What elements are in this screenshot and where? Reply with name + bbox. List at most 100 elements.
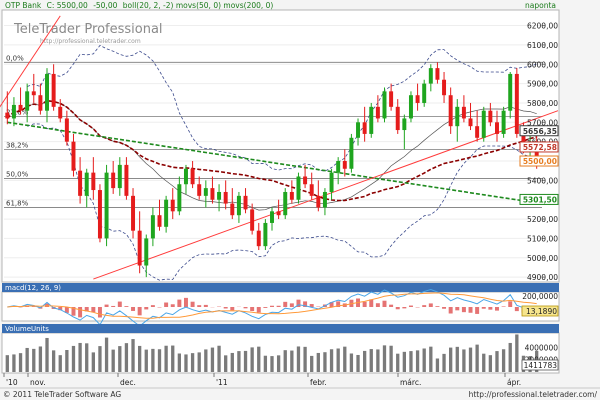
candle-body	[514, 73, 519, 134]
candle-body	[389, 91, 394, 107]
candle-body	[97, 190, 102, 239]
copyright: © 2011 TeleTrader Software AG	[3, 390, 121, 399]
candle-body	[177, 184, 182, 212]
candle-body	[501, 110, 506, 134]
candle-body	[442, 79, 447, 96]
fib-label: 61,8%	[6, 199, 29, 207]
x-tick-label: dec.	[120, 378, 136, 387]
candle	[104, 164, 109, 247]
candle-body	[217, 191, 222, 200]
price-badge-label: 5500,00	[523, 157, 557, 166]
candle-body	[31, 91, 36, 96]
x-tick-label: '10	[6, 378, 18, 387]
candle-body	[349, 137, 354, 169]
candle-body	[18, 104, 23, 111]
candle-body	[455, 106, 460, 127]
candle-body	[283, 191, 288, 216]
volume-value: 1411783	[524, 361, 558, 370]
candle-body	[270, 211, 274, 223]
candle-body	[150, 215, 155, 239]
candle-body	[369, 106, 374, 134]
x-tick-label: febr.	[310, 378, 327, 387]
macd-y-tick: 200,0000	[522, 292, 558, 301]
y-tick-label: 5400,00	[527, 176, 558, 185]
candle-body	[71, 141, 76, 171]
x-tick-label: nov.	[30, 378, 46, 387]
candle-body	[461, 106, 466, 119]
candle-body	[58, 106, 63, 119]
candle-body	[104, 172, 109, 239]
volume-title-bar	[2, 324, 559, 333]
candle-body	[342, 161, 347, 169]
candle-body	[25, 91, 30, 111]
candle-body	[51, 73, 56, 107]
candle-body	[422, 83, 427, 103]
y-tick-label: 6200,00	[527, 22, 558, 31]
price-badge-label: 5301,50	[523, 195, 557, 204]
price-panel[interactable]	[1, 9, 560, 283]
candle-body	[488, 110, 493, 123]
candle-body	[435, 68, 440, 80]
candle-body	[124, 164, 129, 196]
candle-body	[190, 168, 195, 185]
change-value: -50,00	[93, 1, 117, 10]
candle-body	[170, 199, 175, 212]
candle-body	[197, 184, 202, 196]
y-tick-label: 6100,00	[527, 41, 558, 50]
candle-body	[475, 126, 480, 138]
x-tick-label: ápr.	[507, 378, 521, 387]
candle-body	[276, 211, 281, 216]
candle-body	[144, 238, 149, 266]
candle-body	[131, 195, 136, 231]
y-tick-label: 5100,00	[527, 234, 558, 243]
y-tick-label: 5000,00	[527, 254, 558, 263]
candle-body	[210, 188, 215, 200]
candle-body	[289, 191, 294, 200]
candle-body	[157, 215, 162, 227]
candle	[481, 106, 486, 142]
candle-body	[5, 112, 10, 119]
candle-body	[296, 176, 301, 200]
candle-body	[481, 110, 486, 138]
candle-body	[64, 118, 69, 142]
candle	[283, 188, 288, 220]
candle-body	[415, 95, 420, 103]
candle-body	[395, 106, 400, 131]
candle	[97, 184, 102, 243]
close-label: C: 5500,00	[47, 1, 88, 10]
candle-body	[250, 209, 255, 231]
candle	[501, 106, 506, 138]
macd-title-bar	[2, 283, 559, 292]
candle-body	[336, 161, 341, 173]
chart-window: 0,0% 23,6% 38,2% 50,0% 61,8% TeleTrader Prof…	[0, 0, 600, 400]
candle	[369, 102, 374, 138]
macd-value: 13,1890	[526, 307, 557, 316]
candle-body	[356, 122, 361, 138]
candle-body	[11, 104, 16, 119]
candle-body	[263, 222, 268, 247]
candle-body	[329, 172, 334, 192]
candle-body	[236, 195, 241, 216]
candle-body	[256, 230, 261, 247]
candle-body	[402, 118, 407, 131]
candle	[349, 133, 354, 173]
indicators-text: boll(20, 2, -2) movs(50, 0) movs(200, 0)	[123, 1, 274, 10]
candle-body	[408, 95, 413, 119]
candle-body	[309, 184, 314, 196]
candle-body	[428, 68, 433, 84]
candle-body	[203, 188, 208, 196]
price-badge-label: 5656,35	[523, 127, 557, 136]
footer-url[interactable]: http://professional.teletrader.com/	[469, 390, 598, 399]
y-tick-label: 5900,00	[527, 80, 558, 89]
candle-body	[316, 195, 321, 208]
candle-body	[91, 172, 96, 191]
watermark-url: http://professional.teletrader.com	[40, 38, 141, 45]
candle	[263, 219, 268, 251]
candle-body	[375, 106, 380, 119]
candle	[422, 79, 427, 107]
candle-body	[223, 191, 228, 204]
y-tick-label: 5200,00	[527, 215, 558, 224]
candle-body	[508, 73, 513, 111]
candle-body	[137, 230, 142, 266]
candle-body	[45, 73, 49, 111]
